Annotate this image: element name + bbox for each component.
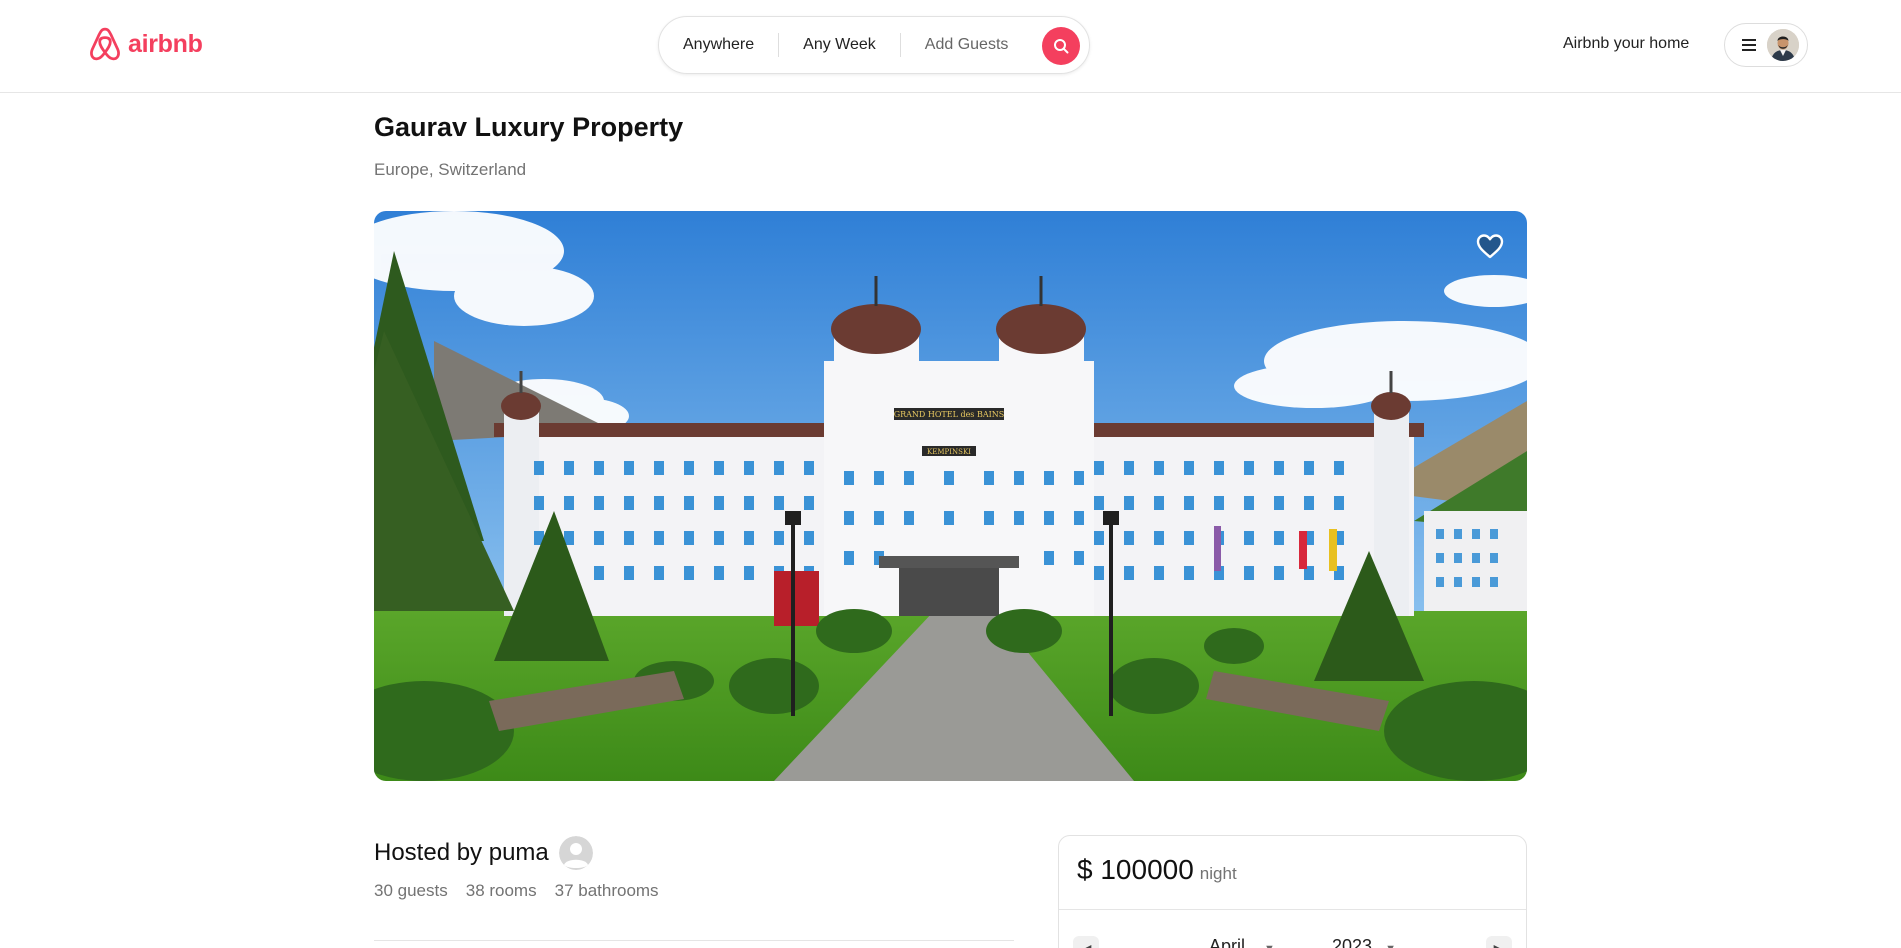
menu-icon <box>1742 39 1756 51</box>
calendar-month-select[interactable]: April ▼ <box>1209 936 1275 948</box>
rooms-count: 38 rooms <box>465 881 537 900</box>
chevron-down-icon: ▼ <box>1385 943 1396 948</box>
search-when[interactable]: Any Week <box>779 36 900 54</box>
reservation-card: $ 100000 night ◀ April ▼ 2023 ▼ ▶ <box>1058 835 1527 948</box>
calendar-next-button[interactable]: ▶ <box>1486 936 1512 948</box>
search-bar[interactable]: Anywhere Any Week Add Guests <box>658 16 1090 74</box>
user-placeholder-icon <box>558 836 593 870</box>
airbnb-logo-icon <box>90 27 120 61</box>
host-avatar <box>558 836 593 870</box>
calendar-prev-button[interactable]: ◀ <box>1073 936 1099 948</box>
chevron-down-icon: ▼ <box>1264 943 1275 948</box>
calendar-month: April <box>1209 936 1246 948</box>
search-button[interactable] <box>1042 27 1080 65</box>
top-navbar: airbnb Anywhere Any Week Add Guests Airb… <box>0 0 1901 93</box>
search-icon <box>1054 39 1069 54</box>
price-row: $ 100000 night <box>1077 854 1237 886</box>
chevron-right-icon: ▶ <box>1494 941 1505 948</box>
heart-icon[interactable] <box>1475 231 1505 261</box>
guests-count: 30 guests <box>374 881 448 900</box>
listing-location: Europe, Switzerland <box>374 160 527 179</box>
calendar-year: 2023 <box>1332 936 1373 948</box>
listing-stats: 30 guests 38 rooms 37 bathrooms <box>374 881 659 901</box>
search-guests[interactable]: Add Guests <box>901 36 1033 54</box>
host-info: Hosted by puma <box>374 836 593 870</box>
section-divider <box>374 940 1014 941</box>
hosted-by-label: Hosted by puma <box>374 839 549 866</box>
user-avatar <box>1767 29 1799 61</box>
price-value: $ 100000 <box>1077 854 1194 885</box>
calendar-year-select[interactable]: 2023 ▼ <box>1332 936 1396 948</box>
hotel-sign-sub: KEMPINSKI <box>927 448 971 456</box>
listing-title: Gaurav Luxury Property <box>374 112 684 142</box>
price-unit: night <box>1199 864 1237 883</box>
chevron-left-icon: ◀ <box>1081 941 1092 948</box>
listing-photo: GRAND HOTEL des BAINS KEMPINSKI <box>374 211 1527 781</box>
brand-name: airbnb <box>128 29 203 58</box>
bathrooms-count: 37 bathrooms <box>554 881 659 900</box>
airbnb-logo[interactable]: airbnb <box>88 26 203 62</box>
hotel-image: GRAND HOTEL des BAINS KEMPINSKI <box>374 211 1527 781</box>
user-menu-button[interactable] <box>1724 23 1808 67</box>
hotel-sign-main: GRAND HOTEL des BAINS <box>894 410 1005 419</box>
airbnb-your-home-link[interactable]: Airbnb your home <box>1563 35 1689 53</box>
card-divider <box>1059 909 1526 910</box>
search-where[interactable]: Anywhere <box>659 36 778 54</box>
